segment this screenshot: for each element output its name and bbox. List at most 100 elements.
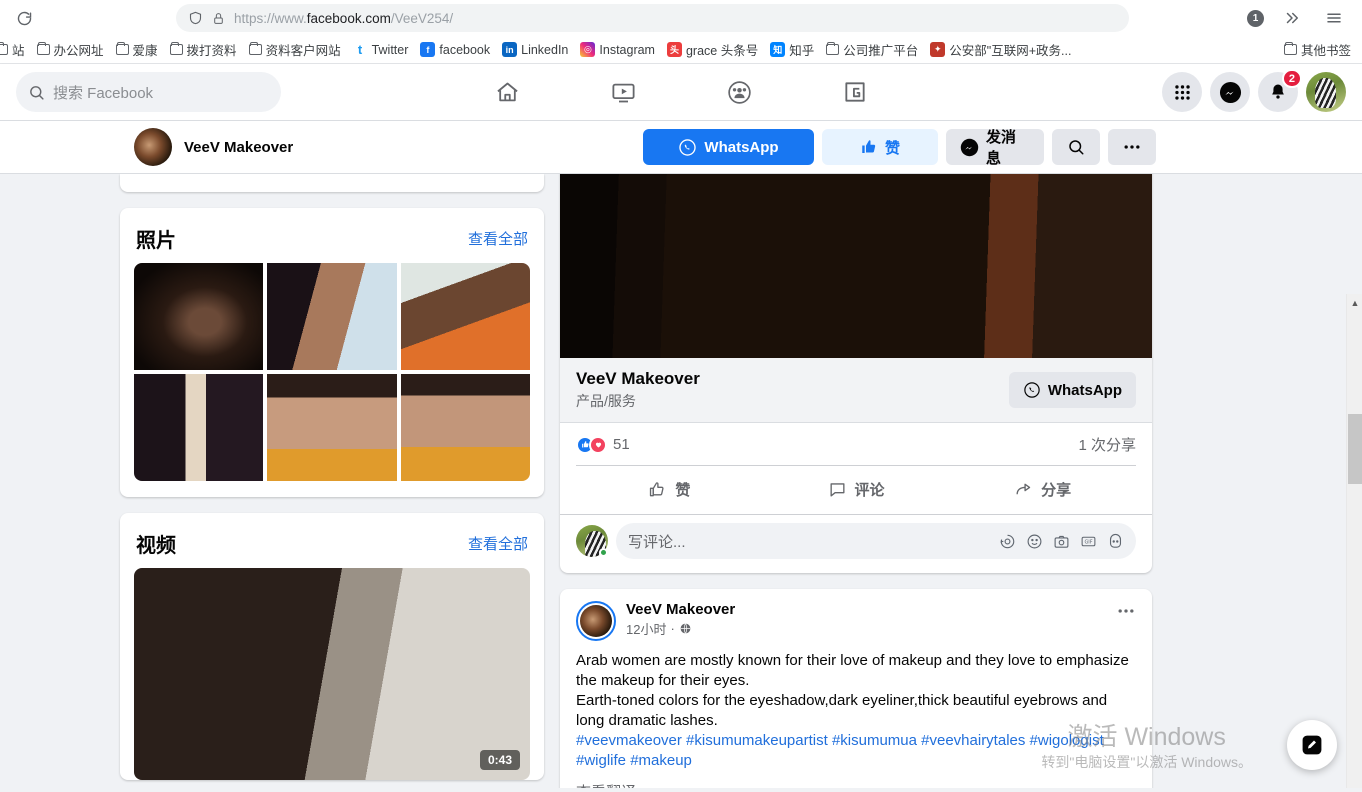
page-title: VeeV Makeover bbox=[184, 138, 294, 156]
photo-thumbnail[interactable] bbox=[134, 263, 264, 370]
bookmark-label: 办公网址 bbox=[53, 44, 104, 58]
reaction-summary[interactable]: 51 bbox=[576, 435, 630, 454]
previous-card-stub bbox=[120, 174, 544, 192]
reaction-count: 51 bbox=[613, 436, 630, 453]
post-timestamp[interactable]: 12小时 bbox=[626, 619, 666, 638]
camera-icon[interactable] bbox=[1053, 533, 1070, 550]
hamburger-menu-icon[interactable] bbox=[1320, 4, 1348, 32]
notification-count: 2 bbox=[1281, 69, 1302, 88]
bell-icon[interactable]: 2 bbox=[1258, 69, 1302, 112]
post-author-name[interactable]: VeeV Makeover bbox=[626, 601, 735, 618]
like-button[interactable]: 赞 bbox=[822, 129, 938, 165]
bookmark-item[interactable]: ◎ Instagram bbox=[575, 40, 660, 59]
folder-icon bbox=[1283, 42, 1297, 55]
photo-thumbnail[interactable] bbox=[267, 374, 397, 481]
bookmark-item[interactable]: 头 grace 头条号 bbox=[662, 38, 763, 61]
whatsapp-button-label: WhatsApp bbox=[704, 138, 779, 156]
bookmark-label: 公安部"互联网+政务... bbox=[949, 44, 1072, 58]
bookmark-item[interactable]: 知知乎 bbox=[765, 38, 819, 61]
bookmarks-bar: 站 办公网址 爱康 拨打资料 资料客户网站 t Twitter f facebook in Link… bbox=[0, 36, 1362, 64]
like-action[interactable]: 赞 bbox=[576, 470, 763, 508]
post-author-avatar[interactable] bbox=[576, 601, 616, 641]
share-action[interactable]: 分享 bbox=[949, 470, 1136, 508]
instagram-icon: ◎ bbox=[580, 42, 596, 57]
page-more-button[interactable] bbox=[1108, 129, 1156, 165]
see-translation-link[interactable]: 查看翻译 bbox=[576, 781, 1136, 788]
photo-thumbnail[interactable] bbox=[400, 374, 530, 481]
address-bar[interactable]: https://www.facebook.com/VeeV254/ bbox=[176, 4, 1129, 32]
right-column: VeeV Makeover 产品/服务 WhatsApp 51 1 次分享 赞 … bbox=[560, 174, 1152, 788]
search-icon bbox=[1067, 138, 1085, 156]
whatsapp-icon bbox=[678, 138, 697, 157]
bookmark-item[interactable]: 拨打资料 bbox=[165, 38, 242, 61]
bookmark-label: 站 bbox=[12, 44, 25, 58]
video-thumbnail[interactable]: 0:43 bbox=[134, 568, 530, 780]
home-icon[interactable] bbox=[481, 72, 533, 112]
photo-thumbnail[interactable] bbox=[267, 263, 397, 370]
folder-icon bbox=[826, 42, 840, 55]
extensions-badge[interactable]: 1 bbox=[1247, 9, 1264, 27]
page-identity[interactable]: VeeV Makeover bbox=[134, 128, 293, 166]
groups-icon[interactable] bbox=[713, 72, 765, 112]
bookmark-item[interactable]: 爱康 bbox=[111, 38, 163, 61]
share-count[interactable]: 1 次分享 bbox=[1078, 434, 1136, 455]
post-more-button[interactable] bbox=[1116, 601, 1136, 621]
page-action-buttons: WhatsApp 赞 发消息 bbox=[643, 129, 1156, 167]
browser-chrome: https://www.facebook.com/VeeV254/ 1 站 办公网… bbox=[0, 0, 1362, 64]
bookmark-item[interactable]: f facebook bbox=[415, 40, 495, 59]
scrollbar-thumb[interactable] bbox=[1348, 414, 1362, 484]
zhihu-icon: 知 bbox=[770, 42, 786, 57]
url-text: https://www.facebook.com/VeeV254/ bbox=[234, 10, 454, 26]
page-search-button[interactable] bbox=[1052, 129, 1100, 165]
other-bookmarks-folder[interactable]: 其他书签 bbox=[1279, 38, 1356, 61]
bookmark-item[interactable]: 资料客户网站 bbox=[244, 38, 346, 61]
page-content: 照片 查看全部 视频 查看全部 0:43 VeeV Makeover 产品/服务… bbox=[0, 174, 1362, 788]
search-input[interactable]: 搜索 Facebook bbox=[16, 72, 281, 112]
bookmark-label: LinkedIn bbox=[521, 42, 569, 57]
bookmark-item[interactable]: 办公网址 bbox=[32, 38, 109, 61]
emoji-icon[interactable] bbox=[1026, 533, 1043, 550]
bookmark-label: Twitter bbox=[371, 42, 409, 57]
ellipsis-icon bbox=[1122, 137, 1142, 157]
post-body: Arab women are mostly known for their lo… bbox=[560, 641, 1152, 788]
bookmark-item[interactable]: 站 bbox=[0, 38, 30, 61]
videos-title: 视频 bbox=[136, 535, 176, 557]
comment-toolbar-icons: GIF bbox=[999, 533, 1124, 550]
video-icon[interactable] bbox=[597, 72, 649, 112]
photos-title: 照片 bbox=[136, 230, 176, 252]
whatsapp-button[interactable]: WhatsApp bbox=[643, 129, 814, 165]
police-icon: ✦ bbox=[930, 42, 946, 57]
reload-icon[interactable] bbox=[10, 4, 38, 32]
bookmark-item[interactable]: t Twitter bbox=[348, 40, 414, 59]
gif-icon[interactable]: GIF bbox=[1080, 533, 1097, 550]
messenger-icon bbox=[960, 138, 979, 157]
compose-fab-button[interactable] bbox=[1287, 720, 1337, 770]
post-hashtags[interactable]: #veevmakeover #kisumumakeupartist #kisum… bbox=[576, 731, 1136, 771]
page-avatar[interactable] bbox=[134, 128, 172, 166]
user-avatar[interactable] bbox=[1306, 72, 1346, 112]
messenger-icon[interactable] bbox=[1210, 72, 1250, 112]
scroll-up-arrow[interactable]: ▲ bbox=[1347, 294, 1362, 311]
page-scrollbar[interactable]: ▲ bbox=[1346, 294, 1362, 788]
photo-thumbnail[interactable] bbox=[134, 374, 264, 481]
photo-thumbnail[interactable] bbox=[400, 263, 530, 370]
comment-input[interactable]: 写评论... GIF bbox=[616, 523, 1136, 559]
bookmark-label: grace 头条号 bbox=[685, 44, 759, 58]
double-chevron-icon[interactable] bbox=[1278, 4, 1306, 32]
post-image[interactable] bbox=[560, 174, 1152, 358]
whatsapp-icon bbox=[1023, 381, 1041, 399]
photos-see-all-link[interactable]: 查看全部 bbox=[468, 228, 528, 249]
comment-action[interactable]: 评论 bbox=[763, 470, 950, 508]
bookmark-item[interactable]: in LinkedIn bbox=[497, 40, 573, 59]
sticker-icon[interactable] bbox=[999, 533, 1016, 550]
message-button[interactable]: 发消息 bbox=[946, 129, 1044, 167]
like-button-label: 赞 bbox=[884, 139, 900, 157]
bookmark-item[interactable]: ✦ 公安部"互联网+政务... bbox=[925, 38, 1076, 61]
link-preview-whatsapp-button[interactable]: WhatsApp bbox=[1008, 372, 1136, 408]
bookmark-item[interactable]: 公司推广平台 bbox=[821, 38, 923, 61]
gaming-icon[interactable] bbox=[829, 72, 881, 112]
avatar[interactable] bbox=[576, 525, 608, 557]
apps-grid-icon[interactable] bbox=[1162, 72, 1202, 112]
videos-see-all-link[interactable]: 查看全部 bbox=[468, 533, 528, 554]
avatar-sticker-icon[interactable] bbox=[1107, 533, 1124, 550]
